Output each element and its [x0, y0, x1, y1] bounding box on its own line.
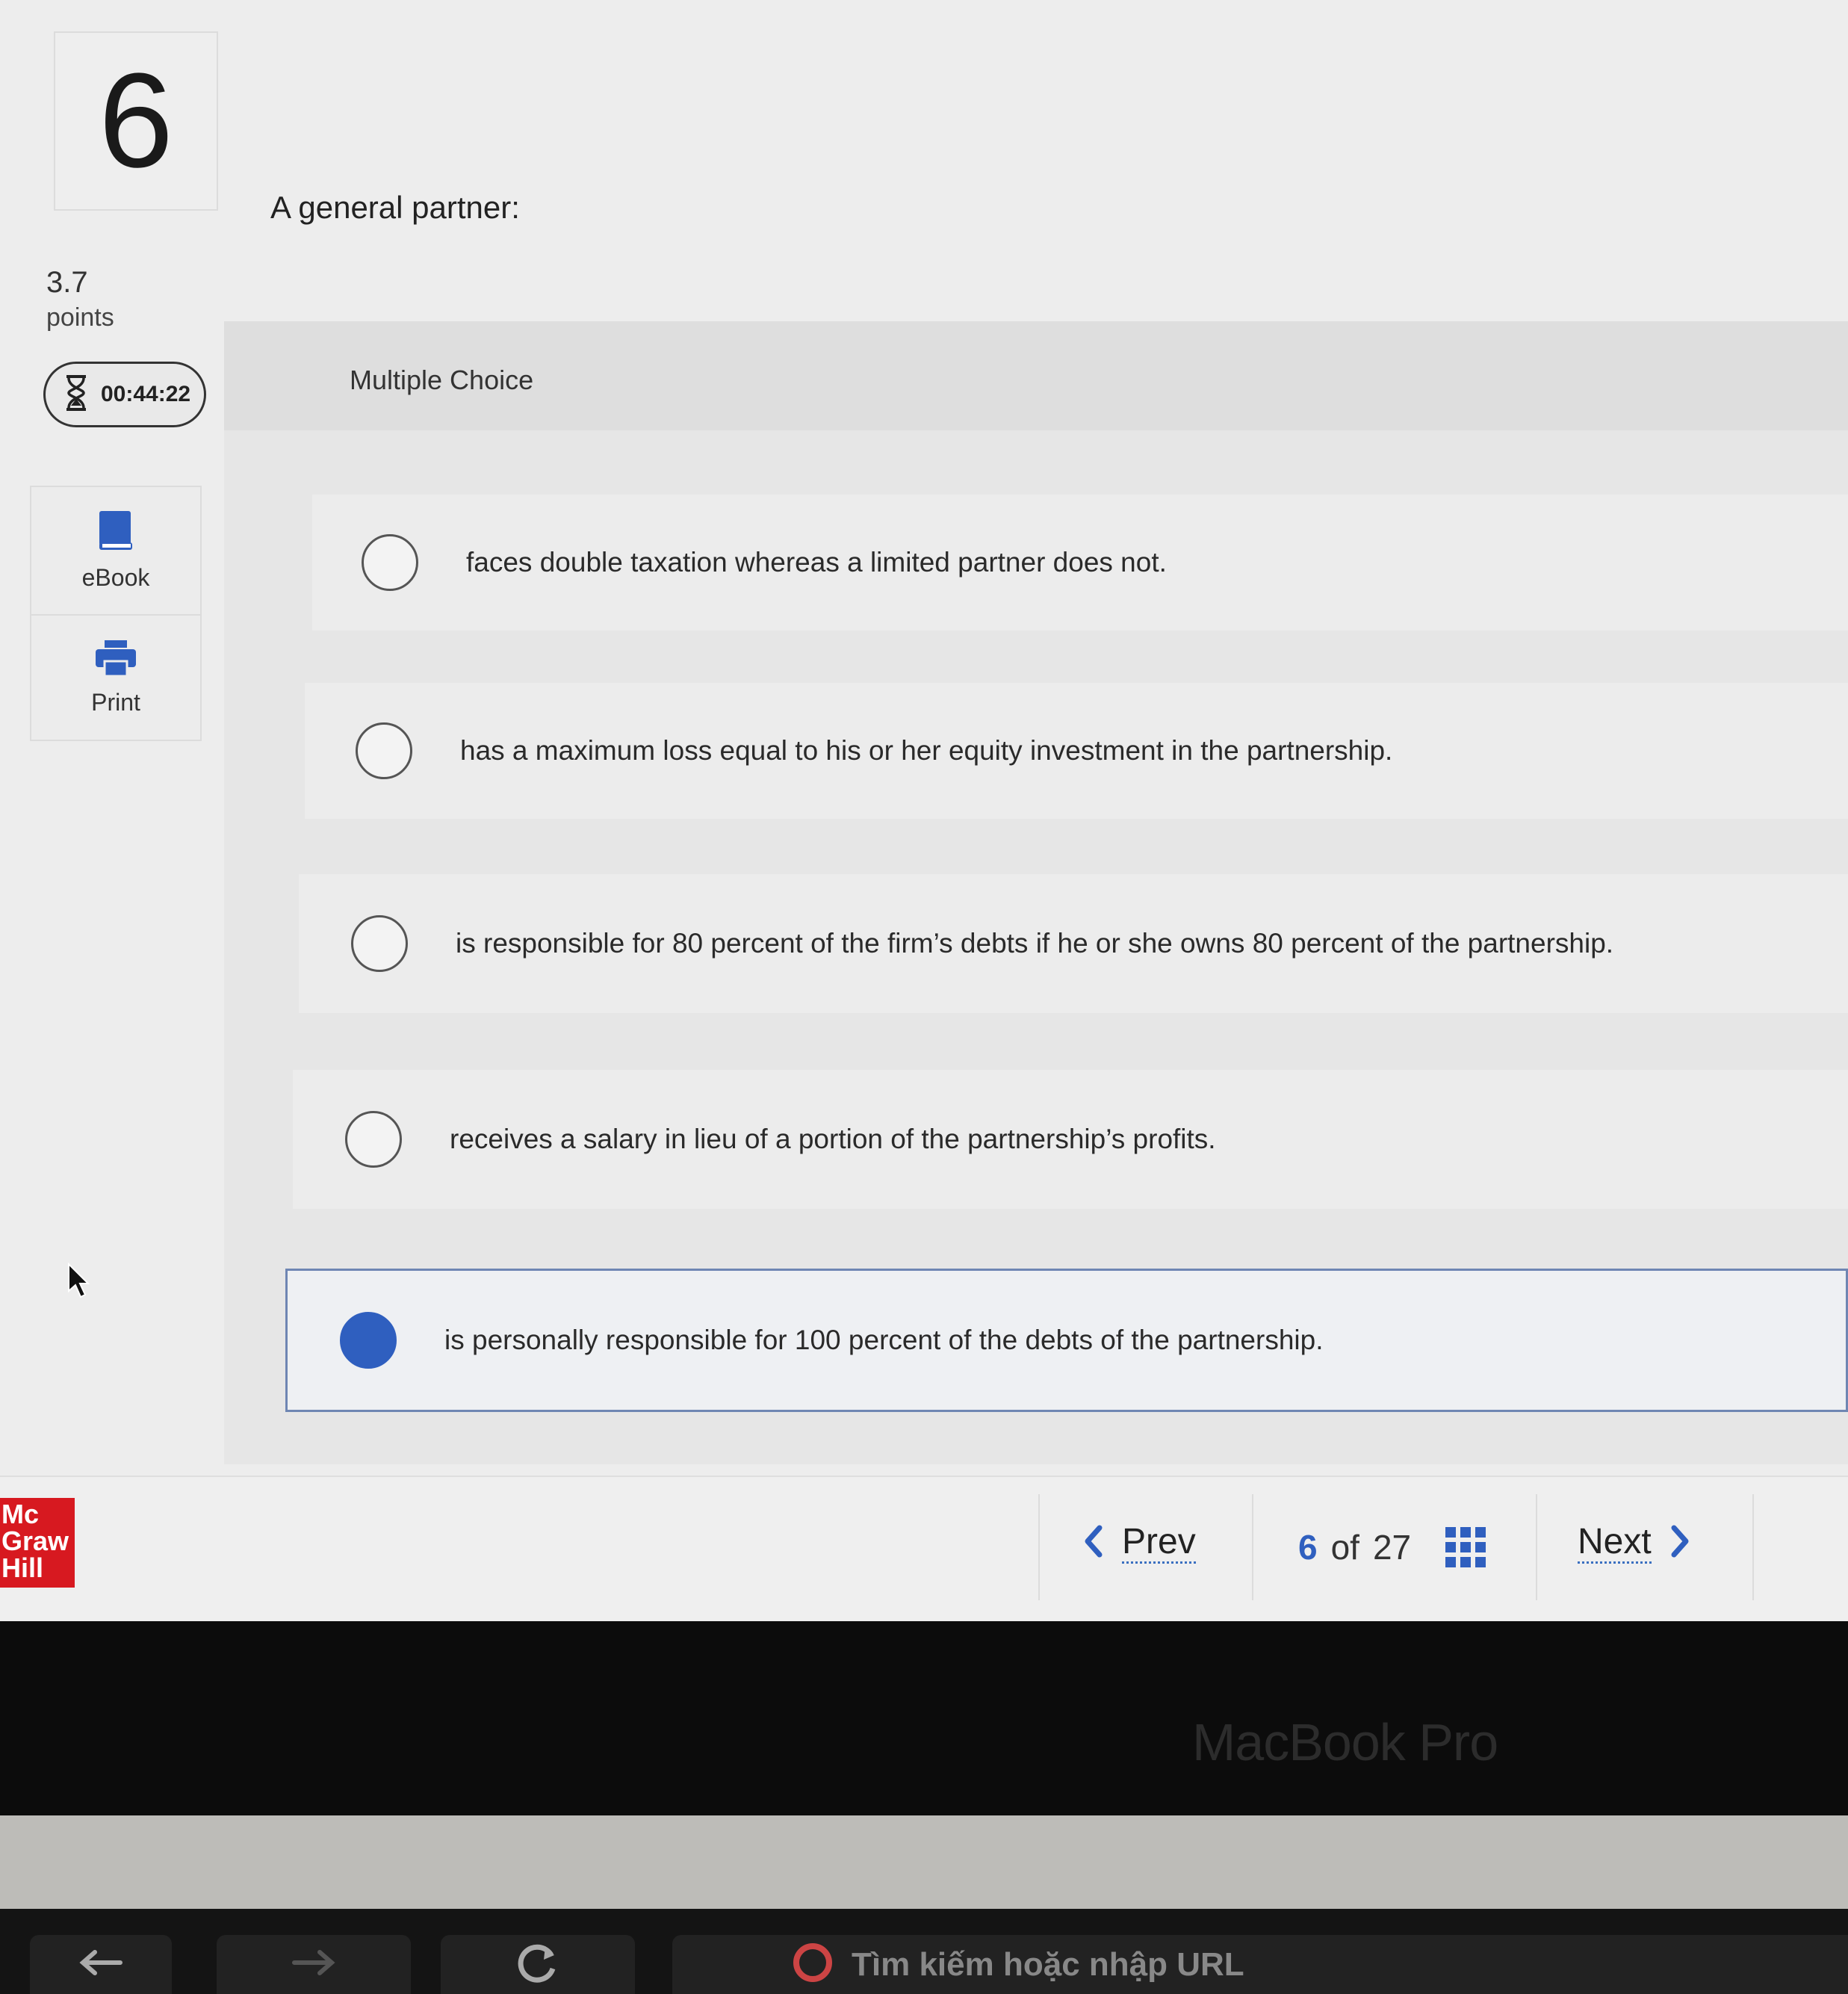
arrow-left-icon	[78, 1948, 123, 1981]
answer-option-text: receives a salary in lieu of a portion o…	[450, 1124, 1216, 1154]
logo-line: Hill	[1, 1552, 44, 1583]
answer-option[interactable]: is responsible for 80 percent of the fir…	[299, 874, 1848, 1013]
answer-option-text: faces double taxation whereas a limited …	[466, 547, 1167, 578]
book-icon	[96, 510, 135, 557]
reload-key[interactable]	[441, 1935, 635, 1994]
radio-button[interactable]	[351, 915, 408, 972]
ebook-button[interactable]: eBook	[31, 487, 200, 616]
radio-button-selected[interactable]	[340, 1312, 397, 1369]
printer-icon	[94, 639, 137, 681]
logo-line: Graw	[1, 1526, 69, 1556]
mcgraw-hill-logo: Mc Graw Hill	[0, 1498, 75, 1588]
radio-button[interactable]	[345, 1111, 402, 1168]
url-placeholder: Tìm kiếm hoặc nhập URL	[852, 1945, 1244, 1983]
answer-option[interactable]: has a maximum loss equal to his or her e…	[305, 683, 1848, 819]
total-pages: 27	[1372, 1528, 1412, 1567]
chevron-right-icon	[1671, 1525, 1690, 1561]
url-bar-key[interactable]: Tìm kiếm hoặc nhập URL	[672, 1935, 1848, 1994]
screen: 6 3.7 points 00:44:22 eBook Print A gene…	[0, 0, 1848, 1621]
radio-button[interactable]	[356, 722, 412, 779]
print-label: Print	[91, 689, 140, 716]
arrow-right-icon	[291, 1948, 336, 1981]
question-type-label: Multiple Choice	[350, 365, 534, 395]
next-button[interactable]: Next	[1578, 1523, 1690, 1564]
answer-option-selected[interactable]: is personally responsible for 100 percen…	[285, 1269, 1848, 1412]
answer-option-text: has a maximum loss equal to his or her e…	[460, 735, 1393, 766]
answer-option-text: is responsible for 80 percent of the fir…	[456, 928, 1614, 959]
answer-option[interactable]: faces double taxation whereas a limited …	[312, 495, 1848, 631]
question-prompt: A general partner:	[270, 190, 520, 225]
tools-panel: eBook Print	[30, 486, 202, 741]
prev-button[interactable]: Prev	[1083, 1523, 1196, 1564]
google-icon	[792, 1942, 834, 1987]
multiple-choice-header: Multiple Choice	[224, 321, 1848, 430]
radio-button[interactable]	[362, 534, 418, 591]
forward-key[interactable]	[217, 1935, 411, 1994]
timer-value: 00:44:22	[101, 382, 191, 406]
current-page: 6	[1298, 1528, 1318, 1567]
laptop-bezel	[0, 1621, 1848, 1815]
grid-icon[interactable]	[1445, 1527, 1486, 1567]
nav-divider	[1038, 1494, 1040, 1600]
laptop-brand: MacBook Pro	[1192, 1713, 1498, 1771]
question-number-box: 6	[54, 31, 218, 211]
question-navigation: Prev 6 of 27 Next	[1038, 1494, 1755, 1600]
nav-divider	[1752, 1494, 1754, 1600]
mouse-cursor-icon	[67, 1262, 90, 1304]
back-key[interactable]	[30, 1935, 172, 1994]
logo-line: Mc	[1, 1499, 40, 1529]
timer[interactable]: 00:44:22	[43, 362, 206, 427]
next-label: Next	[1578, 1523, 1652, 1564]
points-value: 3.7	[46, 266, 88, 299]
question-number: 6	[98, 46, 174, 196]
prev-label: Prev	[1122, 1523, 1196, 1564]
answer-option[interactable]: receives a salary in lieu of a portion o…	[293, 1070, 1848, 1209]
print-button[interactable]: Print	[31, 614, 200, 741]
nav-divider	[1252, 1494, 1253, 1600]
answer-option-text: is personally responsible for 100 percen…	[444, 1325, 1324, 1355]
reload-icon	[515, 1942, 560, 1987]
laptop-hinge	[0, 1815, 1848, 1909]
nav-divider	[1536, 1494, 1537, 1600]
chevron-left-icon	[1083, 1525, 1103, 1561]
page-indicator[interactable]: 6 of 27	[1298, 1527, 1486, 1567]
points-label: points	[46, 303, 114, 332]
hourglass-icon	[63, 374, 89, 415]
ebook-label: eBook	[81, 564, 150, 591]
of-label: of	[1330, 1528, 1359, 1567]
